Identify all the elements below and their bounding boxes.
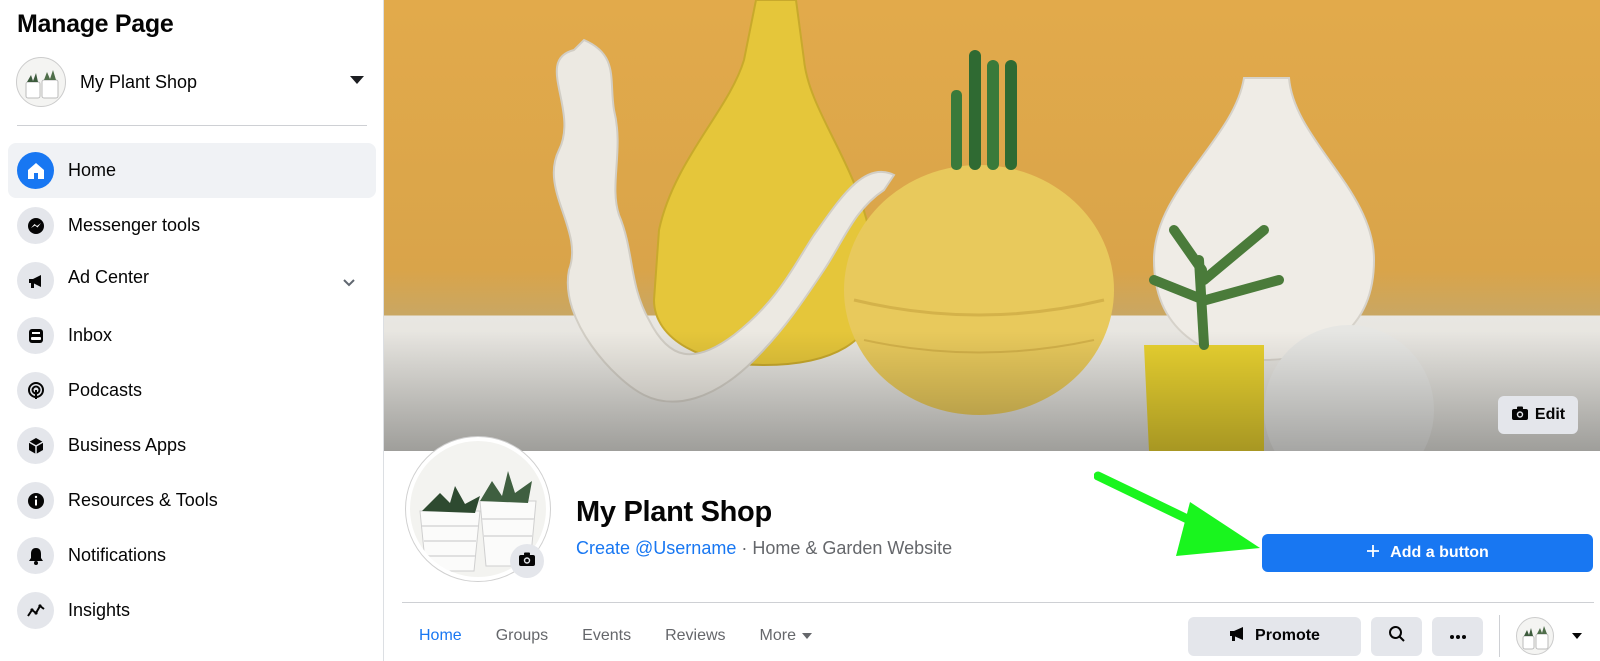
sidebar-item-label: Messenger tools (68, 215, 201, 235)
chevron-down-icon[interactable] (342, 275, 356, 293)
cover-photo: Edit (384, 0, 1600, 451)
sidebar-item-label: Notifications (68, 545, 167, 565)
tab-label: Events (582, 627, 632, 644)
acting-as-avatar[interactable] (1516, 617, 1554, 655)
promote-button[interactable]: Promote (1188, 616, 1361, 656)
messenger-icon (17, 207, 54, 244)
podcast-icon (17, 372, 54, 409)
edit-cover-button[interactable]: Edit (1498, 396, 1578, 434)
tab-home[interactable]: Home (402, 627, 479, 645)
cube-icon (17, 427, 54, 464)
page-title: My Plant Shop (576, 496, 772, 528)
search-icon (1388, 625, 1406, 648)
sidebar-item-insights[interactable]: Insights (8, 583, 376, 638)
page-category: Home & Garden Website (752, 538, 953, 558)
edit-label: Edit (1534, 406, 1566, 423)
sidebar-divider (17, 125, 367, 126)
sidebar-item-label: Insights (68, 600, 131, 620)
update-photo-button[interactable] (510, 544, 544, 578)
sidebar-item-notifications[interactable]: Notifications (8, 528, 376, 583)
bell-icon (17, 537, 54, 574)
actions-separator (1499, 615, 1500, 657)
add-a-button[interactable]: Add a button (1262, 534, 1593, 572)
tab-label: Groups (495, 627, 549, 644)
sidebar-item-label: Home (68, 160, 117, 180)
sidebar-item-label: Business Apps (68, 435, 187, 455)
sidebar-item-label: Podcasts (68, 380, 143, 400)
sidebar-item-business-apps[interactable]: Business Apps (8, 418, 376, 473)
inbox-icon (17, 317, 54, 354)
annotation-arrow-icon (1094, 471, 1260, 556)
cover-gradient (384, 331, 1600, 451)
sidebar-item-inbox[interactable]: Inbox (8, 308, 376, 363)
tab-label: Reviews (665, 627, 726, 644)
sidebar-item-label: Inbox (68, 325, 113, 345)
page-tabs: Home Groups Events Reviews More (402, 616, 829, 656)
camera-icon (518, 551, 536, 572)
home-icon (17, 152, 54, 189)
sidebar-item-label: Ad Center (68, 267, 150, 287)
caret-down-icon[interactable] (350, 76, 364, 84)
search-button[interactable] (1371, 616, 1422, 656)
promote-label: Promote (1255, 627, 1320, 644)
caret-down-icon[interactable] (1572, 633, 1582, 639)
camera-icon (1511, 405, 1529, 426)
page-avatar (16, 57, 66, 107)
sidebar-item-resources-tools[interactable]: Resources & Tools (8, 473, 376, 528)
plus-icon (1366, 544, 1380, 563)
page-subline: Create @Username · Home & Garden Website (576, 538, 952, 559)
tab-events[interactable]: Events (565, 627, 648, 645)
sidebar-item-podcasts[interactable]: Podcasts (8, 363, 376, 418)
tab-reviews[interactable]: Reviews (648, 627, 742, 645)
page-switcher[interactable]: My Plant Shop (16, 56, 368, 108)
page-switcher-name: My Plant Shop (80, 71, 198, 92)
sidebar-item-home[interactable]: Home (8, 143, 376, 198)
page-actions: Promote (1188, 615, 1582, 657)
tab-label: Home (419, 627, 462, 644)
insights-icon (17, 592, 54, 629)
megaphone-icon (1229, 626, 1247, 647)
megaphone-icon (17, 262, 54, 299)
manage-page-sidebar: Manage Page My Plant Shop Home Messenger… (0, 0, 384, 661)
sidebar-nav: Home Messenger tools Ad Center Inbox Pod… (8, 143, 376, 638)
add-button-label: Add a button (1390, 544, 1489, 561)
facebook-page-manager: Manage Page My Plant Shop Home Messenger… (0, 0, 1600, 661)
caret-down-icon (802, 633, 812, 639)
more-options-button[interactable] (1432, 616, 1483, 656)
sidebar-item-messenger-tools[interactable]: Messenger tools (8, 198, 376, 253)
tab-label: More (759, 627, 796, 644)
ellipsis-icon (1449, 627, 1467, 645)
subline-separator: · (736, 538, 753, 558)
sidebar-item-ad-center[interactable]: Ad Center (8, 253, 376, 308)
sidebar-item-label: Resources & Tools (68, 490, 218, 510)
tab-more[interactable]: More (743, 627, 829, 645)
sidebar-title: Manage Page (17, 10, 174, 38)
tabs-divider (402, 602, 1594, 603)
info-icon (17, 482, 54, 519)
page-main: Edit My Plant Shop Create @Username · Ho… (384, 0, 1600, 661)
create-username-link[interactable]: Create @Username (576, 538, 736, 558)
tab-groups[interactable]: Groups (479, 627, 565, 645)
